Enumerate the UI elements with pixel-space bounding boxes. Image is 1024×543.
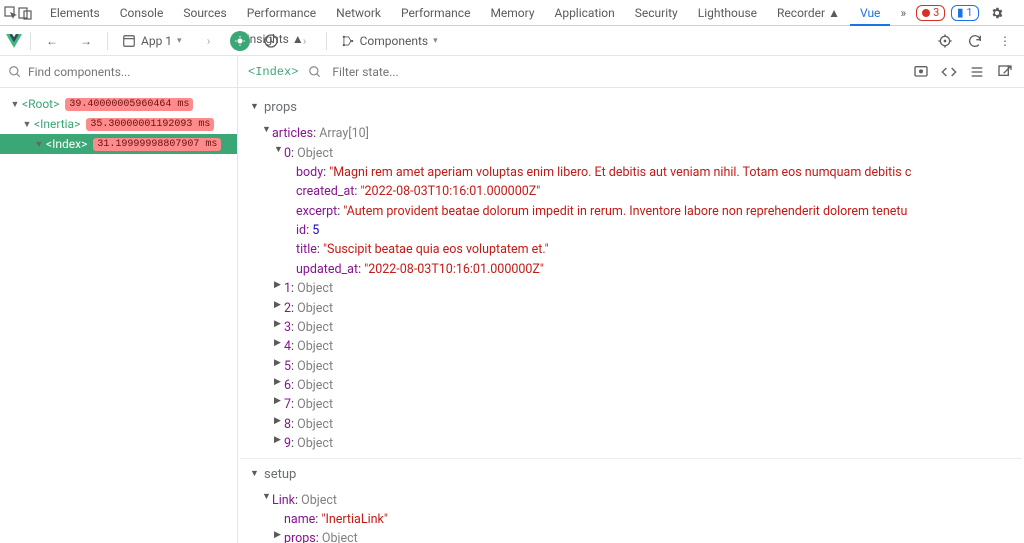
setup-link-name[interactable]: name: "InertiaLink" — [240, 510, 1022, 529]
tab-perf-insights[interactable]: Performance insights▲ — [237, 0, 326, 26]
prop-articles-2[interactable]: ▶2: Object — [240, 299, 1022, 318]
inspector-pane: <Index> ▼props ▼articles: Array[10] ▼0: … — [238, 56, 1024, 543]
prop-articles-8[interactable]: ▶8: Object — [240, 415, 1022, 434]
prop-articles-9[interactable]: ▶9: Object — [240, 434, 1022, 453]
field-excerpt[interactable]: excerpt: "Autem provident beatae dolorum… — [240, 202, 1022, 221]
field-id[interactable]: id: 5 — [240, 221, 1022, 240]
tab-console[interactable]: Console — [110, 0, 174, 26]
prop-articles-7[interactable]: ▶7: Object — [240, 395, 1022, 414]
find-components-input[interactable] — [28, 65, 229, 79]
section-props[interactable]: ▼props — [240, 92, 1022, 124]
component-tree-pane: ▼<Root>39.40000005960464 ms▼<Inertia>35.… — [0, 56, 238, 543]
prop-articles[interactable]: ▼articles: Array[10] — [240, 124, 1022, 143]
filter-state-input[interactable] — [332, 65, 902, 79]
timeline-tab-icon[interactable] — [258, 28, 284, 54]
tab-lighthouse[interactable]: Lighthouse — [688, 0, 767, 26]
setup-link-props[interactable]: ▶props: Object — [240, 529, 1022, 543]
tab-memory[interactable]: Memory — [480, 0, 544, 26]
scroll-to-icon[interactable] — [912, 63, 930, 81]
field-updated-at[interactable]: updated_at: "2022-08-03T10:16:01.000000Z… — [240, 260, 1022, 279]
field-body[interactable]: body: "Magni rem amet aperiam voluptas e… — [240, 163, 1022, 182]
tabs-overflow[interactable]: » — [890, 0, 916, 26]
view-selector[interactable]: Components▾ — [335, 29, 444, 53]
app-selector[interactable]: App 1▾ — [116, 29, 188, 53]
devtools-tab-bar: Elements Console Sources Performance ins… — [0, 0, 1024, 26]
inspect-dom-icon[interactable] — [968, 63, 986, 81]
prop-articles-4[interactable]: ▶4: Object — [240, 337, 1022, 356]
show-code-icon[interactable] — [940, 63, 958, 81]
info-badge[interactable]: ▮1 — [951, 5, 978, 21]
prop-articles-3[interactable]: ▶3: Object — [240, 318, 1022, 337]
search-icon — [8, 65, 22, 79]
nav-back-icon[interactable]: ← — [39, 28, 65, 54]
tab-elements[interactable]: Elements — [40, 0, 110, 26]
refresh-icon[interactable] — [962, 28, 988, 54]
prop-articles-0[interactable]: ▼0: Object — [240, 144, 1022, 163]
tree-node-root[interactable]: ▼<Root>39.40000005960464 ms — [0, 94, 237, 114]
open-in-editor-icon[interactable] — [996, 63, 1014, 81]
tab-sources[interactable]: Sources — [173, 0, 236, 26]
inspector-tab-icon[interactable] — [230, 31, 250, 51]
more-icon[interactable]: ⋮ — [1015, 1, 1024, 25]
tab-performance[interactable]: Performance — [391, 0, 480, 26]
section-setup[interactable]: ▼setup — [240, 459, 1022, 491]
state-inspector: ▼props ▼articles: Array[10] ▼0: Object b… — [238, 88, 1024, 543]
target-icon[interactable] — [932, 28, 958, 54]
tree-node-index[interactable]: ▼<Index>31.19999998807907 ms — [0, 134, 237, 154]
tab-network[interactable]: Network — [326, 0, 391, 26]
selected-component-title: <Index> — [248, 65, 298, 79]
tab-vue[interactable]: Vue — [850, 0, 890, 26]
prop-articles-6[interactable]: ▶6: Object — [240, 376, 1022, 395]
errors-badge[interactable]: 3 — [916, 5, 945, 21]
field-created-at[interactable]: created_at: "2022-08-03T10:16:01.000000Z… — [240, 182, 1022, 201]
vue-logo-icon — [6, 33, 22, 49]
gear-icon[interactable] — [985, 1, 1009, 25]
kebab-icon[interactable]: ⋮ — [992, 28, 1018, 54]
device-icon[interactable] — [18, 1, 32, 25]
nav-next-icon[interactable]: › — [196, 28, 222, 54]
tree-node-inertia[interactable]: ▼<Inertia>35.30000001192093 ms — [0, 114, 237, 134]
nav-forward-icon[interactable]: → — [73, 28, 99, 54]
tab-security[interactable]: Security — [625, 0, 688, 26]
inspect-icon[interactable] — [4, 1, 18, 25]
nav-next2-icon[interactable]: › — [292, 28, 318, 54]
vue-toolbar: ← → App 1▾ › › Components▾ ⋮ — [0, 26, 1024, 56]
prop-articles-1[interactable]: ▶1: Object — [240, 279, 1022, 298]
tab-application[interactable]: Application — [545, 0, 625, 26]
search-icon — [308, 65, 322, 79]
setup-link[interactable]: ▼Link: Object — [240, 491, 1022, 510]
prop-articles-5[interactable]: ▶5: Object — [240, 357, 1022, 376]
tab-recorder[interactable]: Recorder▲ — [767, 0, 850, 26]
field-title[interactable]: title: "Suscipit beatae quia eos volupta… — [240, 240, 1022, 259]
